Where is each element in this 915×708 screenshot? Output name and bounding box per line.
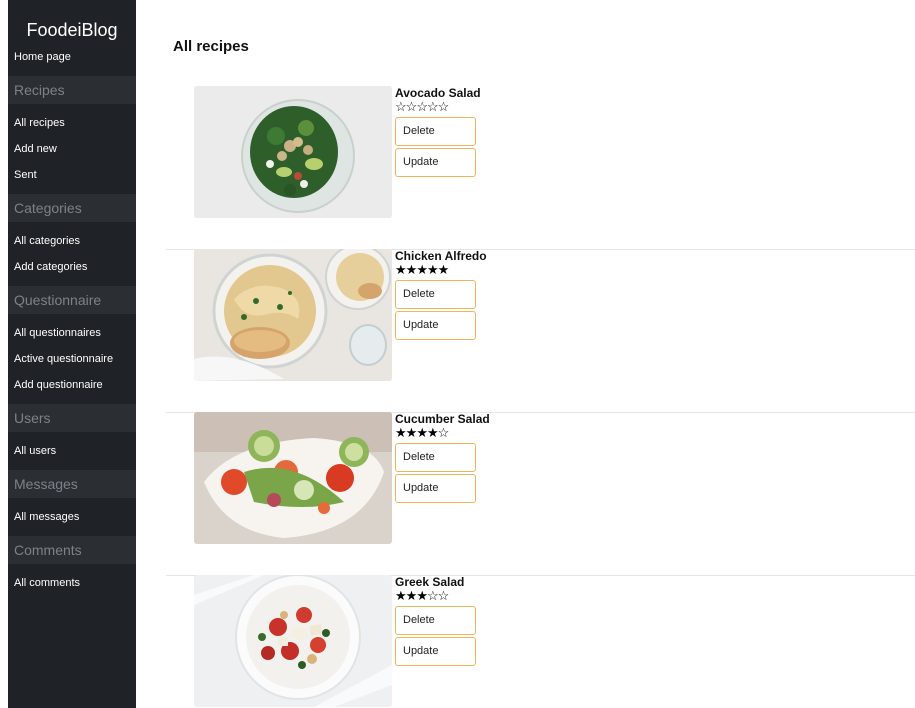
page-title: All recipes [173,38,249,55]
rating-stars: ☆☆☆☆☆ [395,100,695,113]
star-filled-icon: ★ [416,262,428,277]
recipe-item: Cucumber Salad ★★★★☆ Delete Update [166,412,915,576]
sidebar-item-add-categories[interactable]: Add categories [8,254,136,280]
star-empty-icon: ☆ [437,99,450,114]
sidebar-item-add-questionnaire[interactable]: Add questionnaire [8,372,136,398]
sidebar: FoodeiBlog Home page Recipes All recipes… [8,0,136,708]
sidebar-heading-messages: Messages [8,470,136,498]
recipe-name: Chicken Alfredo [395,249,487,263]
update-button[interactable]: Update [395,311,476,340]
update-button[interactable]: Update [395,637,476,666]
recipe-item: Chicken Alfredo ★★★★★ Delete Update [166,249,915,413]
rating-stars: ★★★☆☆ [395,589,695,602]
star-filled-icon: ★ [395,425,407,440]
recipe-image-avocado-salad[interactable] [194,86,392,218]
sidebar-item-sent[interactable]: Sent [8,162,136,188]
sidebar-heading-recipes: Recipes [8,76,136,104]
rating-stars: ★★★★☆ [395,426,695,439]
sidebar-item-all-questionnaires[interactable]: All questionnaires [8,320,136,346]
sidebar-item-all-messages[interactable]: All messages [8,504,136,530]
delete-button[interactable]: Delete [395,443,476,472]
star-filled-icon: ★ [395,262,407,277]
recipe-info: Avocado Salad ☆☆☆☆☆ Delete Update [395,86,695,177]
update-button[interactable]: Update [395,474,476,503]
sidebar-item-all-users[interactable]: All users [8,438,136,464]
star-empty-icon: ☆ [395,99,407,114]
star-filled-icon: ★ [426,262,439,277]
delete-button[interactable]: Delete [395,117,476,146]
star-filled-icon: ★ [426,425,439,440]
recipe-image-cucumber-salad[interactable] [194,412,392,544]
delete-button[interactable]: Delete [395,606,476,635]
delete-button[interactable]: Delete [395,280,476,309]
star-empty-icon: ☆ [416,99,428,114]
star-filled-icon: ★ [405,425,418,440]
recipe-name: Greek Salad [395,575,465,589]
brand-logo[interactable]: FoodeiBlog [8,0,136,42]
star-filled-icon: ★ [437,262,450,277]
sidebar-item-active-questionnaire[interactable]: Active questionnaire [8,346,136,372]
star-empty-icon: ☆ [426,99,439,114]
sidebar-item-all-comments[interactable]: All comments [8,570,136,596]
star-filled-icon: ★ [395,588,407,603]
recipe-info: Chicken Alfredo ★★★★★ Delete Update [395,249,695,340]
recipe-info: Cucumber Salad ★★★★☆ Delete Update [395,412,695,503]
star-filled-icon: ★ [416,588,428,603]
page: FoodeiBlog Home page Recipes All recipes… [0,0,915,708]
sidebar-item-add-new[interactable]: Add new [8,136,136,162]
sidebar-heading-users: Users [8,404,136,432]
star-empty-icon: ☆ [437,588,450,603]
recipe-image-chicken-alfredo[interactable] [194,249,392,381]
recipe-info: Greek Salad ★★★☆☆ Delete Update [395,575,695,666]
star-filled-icon: ★ [405,262,418,277]
recipe-item: Avocado Salad ☆☆☆☆☆ Delete Update [166,86,915,250]
recipe-image-greek-salad[interactable] [194,575,392,707]
recipe-item: Greek Salad ★★★☆☆ Delete Update [166,575,915,708]
main-content: All recipes Avocado Salad ☆☆☆☆☆ Delete U… [136,0,915,708]
star-empty-icon: ☆ [437,425,450,440]
sidebar-heading-questionnaire: Questionnaire [8,286,136,314]
recipe-name: Cucumber Salad [395,412,490,426]
sidebar-item-home-page[interactable]: Home page [8,44,136,70]
recipe-name: Avocado Salad [395,86,481,100]
star-filled-icon: ★ [405,588,418,603]
update-button[interactable]: Update [395,148,476,177]
star-filled-icon: ★ [416,425,428,440]
rating-stars: ★★★★★ [395,263,695,276]
sidebar-heading-categories: Categories [8,194,136,222]
sidebar-item-all-categories[interactable]: All categories [8,228,136,254]
star-empty-icon: ☆ [426,588,439,603]
sidebar-heading-comments: Comments [8,536,136,564]
sidebar-item-all-recipes[interactable]: All recipes [8,110,136,136]
star-empty-icon: ☆ [405,99,418,114]
